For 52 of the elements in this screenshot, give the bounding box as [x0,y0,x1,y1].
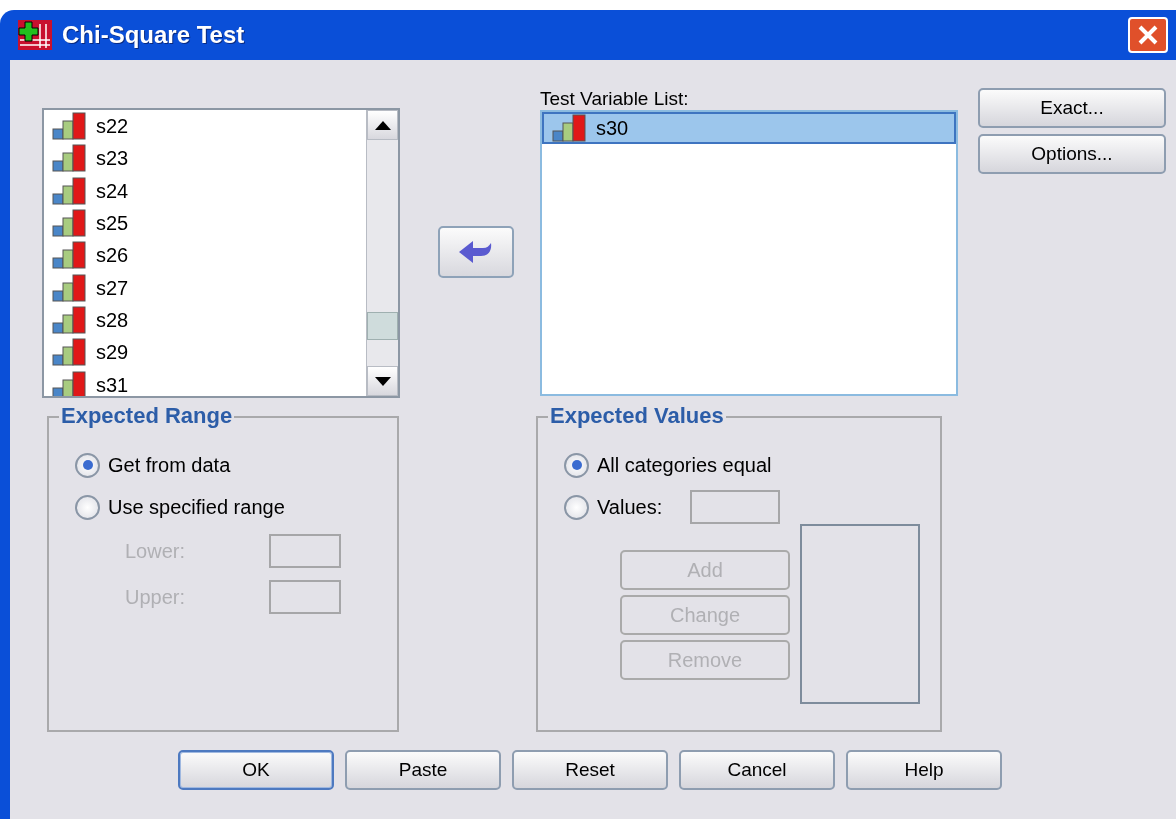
dialog-button[interactable]: Cancel [679,750,835,790]
variable-list[interactable]: s22 s23 s24 s25 s26 s27 s28 s29 s31 [42,108,400,398]
radio-button[interactable] [564,452,589,478]
bar-chart-icon [52,241,88,270]
dialog-button[interactable]: Options... [978,134,1166,174]
dialog-button[interactable]: Reset [512,750,668,790]
bar-chart-icon [52,273,88,302]
return-arrow-icon [459,240,493,264]
bar-chart-icon [552,114,588,143]
variable-item[interactable]: s25 [44,206,366,240]
bar-chart-icon [52,176,88,205]
variable-item[interactable]: s23 [44,142,366,175]
scroll-up-icon[interactable] [374,120,391,130]
close-icon [1137,24,1159,46]
option-label[interactable]: All categories equal [597,450,772,480]
table-plus-icon [18,20,52,50]
dialog-button[interactable]: Exact... [978,88,1166,128]
option-label[interactable]: Use specified range [108,492,285,522]
test-variable-list[interactable]: s30 [540,110,958,396]
variable-item[interactable]: s26 [44,239,366,272]
option-label[interactable]: Get from data [108,450,231,480]
variable-item[interactable]: s30 [542,112,956,145]
variable-item[interactable]: s28 [44,303,366,337]
scrollbar[interactable] [366,110,398,396]
scrollbar-thumb[interactable] [367,312,398,340]
bar-chart-icon [52,209,88,238]
variable-item[interactable]: s31 [44,368,366,396]
dialog-button[interactable]: OK [178,750,334,790]
list-label: Test Variable List: [540,88,690,110]
bar-chart-icon [52,144,88,173]
close-button[interactable] [1128,17,1168,53]
bar-chart-icon [52,338,88,367]
scroll-down-icon[interactable] [374,376,391,386]
radio-button[interactable] [75,452,100,478]
values-list[interactable] [800,524,920,704]
input-field[interactable] [690,490,781,524]
dialog-button[interactable]: Paste [345,750,501,790]
radio-button[interactable] [564,494,589,520]
variable-item[interactable]: s27 [44,271,366,304]
group-title: Expected Values [548,404,726,428]
bar-chart-icon [52,112,88,141]
window-title: Chi-Square Test [62,20,245,50]
move-button[interactable] [438,226,514,278]
variable-item[interactable]: s29 [44,336,366,369]
dialog-button[interactable]: Help [846,750,1002,790]
variable-item[interactable]: s24 [44,174,366,207]
radio-button[interactable] [75,494,100,520]
bar-chart-icon [52,305,88,334]
variable-item[interactable]: s22 [44,110,366,143]
bar-chart-icon [52,370,88,396]
option-label[interactable]: Values: [597,492,663,522]
group-title: Expected Range [59,404,235,428]
